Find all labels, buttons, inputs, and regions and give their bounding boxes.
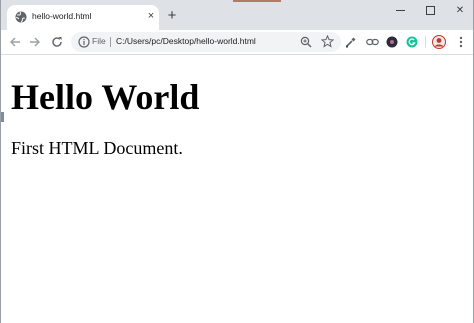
link-icon <box>365 38 379 46</box>
globe-icon <box>15 11 27 23</box>
page-heading: Hello World <box>11 77 200 117</box>
window-edge-marker <box>1 112 4 122</box>
link-extension-button[interactable] <box>364 34 380 50</box>
grammarly-icon <box>406 36 418 48</box>
url-scheme-label: File <box>92 36 106 46</box>
dark-circle-extension-icon <box>386 36 398 48</box>
browser-window: hello-world.html × + ✕ File C:/Users/pc/… <box>0 0 474 323</box>
tab-close-button[interactable]: × <box>145 10 157 22</box>
browser-toolbar: File C:/Users/pc/Desktop/hello-world.htm… <box>1 30 473 55</box>
browser-menu-button[interactable] <box>453 34 469 50</box>
dark-extension-button[interactable] <box>384 34 400 50</box>
zoom-icon[interactable] <box>300 36 312 48</box>
tab-strip: hello-world.html × + ✕ <box>1 0 473 30</box>
address-bar[interactable]: File C:/Users/pc/Desktop/hello-world.htm… <box>71 32 341 52</box>
forward-button[interactable] <box>27 34 43 50</box>
eyedropper-icon <box>346 37 356 48</box>
star-icon[interactable] <box>321 35 334 48</box>
tab-title: hello-world.html <box>32 11 92 21</box>
maximize-button[interactable] <box>415 2 445 20</box>
eyedropper-extension-button[interactable] <box>343 34 359 50</box>
toolbar-divider <box>425 36 426 48</box>
more-vert-icon <box>459 36 463 48</box>
info-icon[interactable] <box>78 36 90 48</box>
url-text[interactable]: C:/Users/pc/Desktop/hello-world.html <box>116 36 256 46</box>
reload-icon <box>52 37 62 47</box>
titlebar-accent <box>233 0 281 2</box>
back-button[interactable] <box>7 34 23 50</box>
new-tab-button[interactable]: + <box>165 8 179 23</box>
omnibox-divider <box>110 37 111 47</box>
reload-button[interactable] <box>49 34 65 50</box>
grammarly-extension-button[interactable] <box>404 34 420 50</box>
window-close-button[interactable]: ✕ <box>445 2 473 20</box>
maximize-icon <box>425 5 435 15</box>
minimize-button[interactable] <box>385 2 415 20</box>
back-arrow-icon <box>10 37 20 47</box>
forward-arrow-icon <box>30 37 40 47</box>
profile-button[interactable] <box>431 34 447 50</box>
tab-hello-world[interactable]: hello-world.html × <box>7 5 159 30</box>
avatar-icon <box>432 35 446 49</box>
minimize-icon <box>395 9 405 11</box>
page-paragraph: First HTML Document. <box>11 138 183 158</box>
